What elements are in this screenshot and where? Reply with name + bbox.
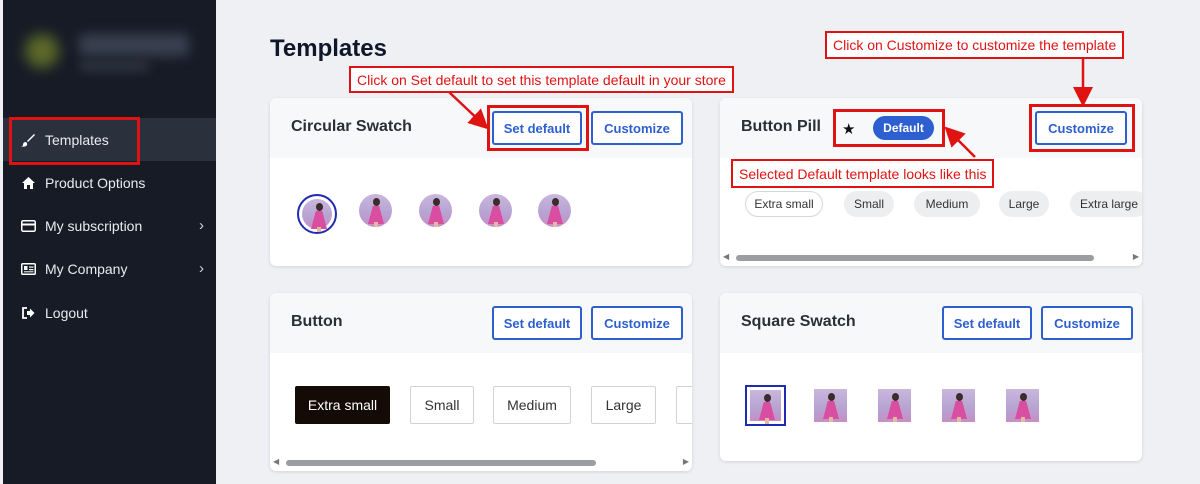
scroll-left-icon[interactable]: ◀ [723, 252, 729, 261]
card-header: Button Set default Customize [270, 293, 692, 353]
page-title: Templates [270, 35, 387, 62]
annotation-selected-default: Selected Default template looks like thi… [731, 159, 995, 188]
chevron-right-icon: › [199, 260, 204, 277]
chevron-right-icon: › [199, 217, 204, 234]
highlight-box-default-badge [833, 109, 945, 147]
annotation-customize: Click on Customize to customize the temp… [825, 31, 1125, 59]
sidebar-item-product-options[interactable]: Product Options [3, 161, 216, 204]
id-card-icon [19, 262, 37, 275]
card-header: Circular Swatch Set default Customize [270, 98, 692, 158]
customize-button[interactable]: Customize [591, 111, 683, 145]
sidebar: Templates Product Options My subscriptio… [3, 0, 216, 484]
sidebar-item-label: My Company [45, 260, 128, 277]
size-pill-extra-small[interactable]: Extra small [745, 191, 823, 217]
sidebar-item-logout[interactable]: Logout [3, 291, 216, 334]
card-title: Circular Swatch [291, 118, 412, 135]
logout-icon [19, 306, 37, 319]
scrollbar-thumb[interactable] [736, 255, 1094, 261]
horizontal-scrollbar[interactable]: ◀ ▶ [270, 457, 692, 469]
home-icon [19, 176, 37, 189]
card-title: Button [291, 313, 343, 330]
scroll-right-icon[interactable]: ▶ [683, 457, 689, 466]
scrollbar-thumb[interactable] [286, 460, 596, 466]
size-pill-small[interactable]: Small [844, 191, 894, 217]
highlight-box-set-default [487, 105, 589, 151]
size-pill-large[interactable]: Large [999, 191, 1049, 217]
customize-button[interactable]: Customize [1041, 306, 1133, 340]
highlight-box-customize [1029, 104, 1135, 152]
card-title: Button Pill [741, 118, 821, 135]
swatch-option-selected[interactable] [745, 385, 786, 426]
store-logo [17, 20, 197, 80]
size-button-large[interactable]: Large [591, 386, 656, 424]
annotation-set-default: Click on Set default to set this templat… [349, 66, 734, 93]
card-title: Square Swatch [741, 313, 856, 330]
swatch-option[interactable] [942, 389, 975, 422]
size-button-medium[interactable]: Medium [493, 386, 571, 424]
template-card-square-swatch: Square Swatch Set default Customize [720, 293, 1142, 461]
swatch-option[interactable] [359, 194, 392, 227]
template-card-circular-swatch: Circular Swatch Set default Customize [270, 98, 692, 266]
sidebar-item-label: Product Options [45, 174, 146, 191]
customize-button[interactable]: Customize [591, 306, 683, 340]
swatch-option[interactable] [419, 194, 452, 227]
swatch-option[interactable] [878, 389, 911, 422]
scroll-right-icon[interactable]: ▶ [1133, 252, 1139, 261]
credit-card-icon [19, 219, 37, 232]
swatch-option[interactable] [814, 389, 847, 422]
size-button-small[interactable]: Small [410, 386, 474, 424]
set-default-button[interactable]: Set default [942, 306, 1032, 340]
template-card-button: Button Set default Customize Extra small… [270, 293, 692, 471]
set-default-button[interactable]: Set default [492, 306, 582, 340]
sidebar-item-my-company[interactable]: My Company › [3, 247, 216, 290]
size-button-extra-small[interactable]: Extra small [295, 386, 390, 424]
swatch-option[interactable] [479, 194, 512, 227]
size-button-partial[interactable] [676, 386, 692, 424]
size-pill-extra-large[interactable]: Extra large [1070, 191, 1142, 217]
swatch-option-selected[interactable] [297, 194, 337, 234]
size-pill-medium[interactable]: Medium [914, 191, 980, 217]
scroll-left-icon[interactable]: ◀ [273, 457, 279, 466]
sidebar-item-my-subscription[interactable]: My subscription › [3, 204, 216, 247]
card-header: Square Swatch Set default Customize [720, 293, 1142, 353]
swatch-option[interactable] [538, 194, 571, 227]
swatch-option[interactable] [1006, 389, 1039, 422]
sidebar-item-label: Logout [45, 304, 88, 321]
highlight-box-templates [9, 117, 140, 165]
horizontal-scrollbar[interactable]: ◀ ▶ [720, 252, 1142, 264]
sidebar-item-label: My subscription [45, 217, 143, 234]
